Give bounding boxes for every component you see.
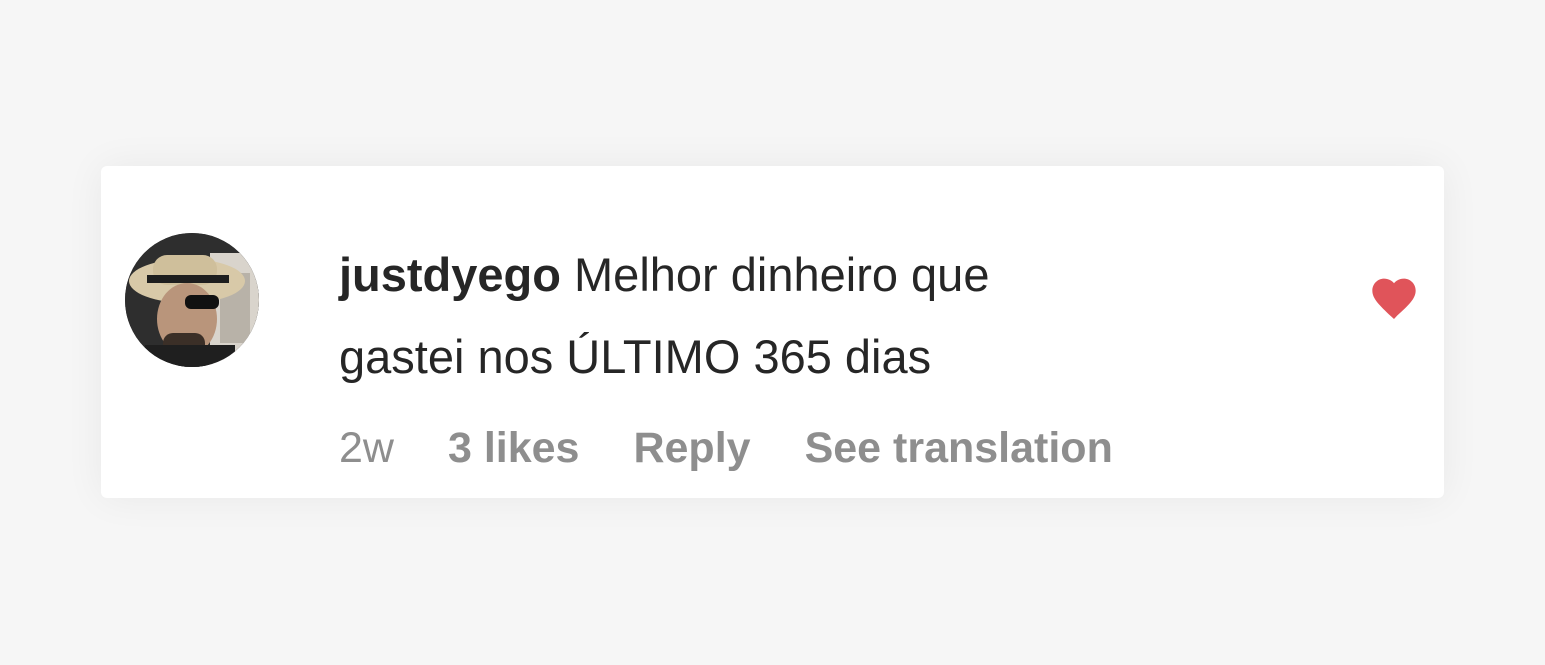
comment-username[interactable]: justdyego: [339, 248, 561, 301]
likes-count[interactable]: 3 likes: [448, 424, 580, 473]
comment-body-line2: gastei nos ÚLTIMO 365 dias: [339, 330, 932, 383]
comment-card: justdyego Melhor dinheiro que gastei nos…: [101, 166, 1444, 498]
see-translation-button[interactable]: See translation: [805, 424, 1113, 473]
avatar-image: [125, 233, 259, 367]
heart-icon-shape: [1372, 278, 1416, 319]
comment-body-line1: Melhor dinheiro que: [574, 248, 990, 301]
heart-icon[interactable]: [1368, 272, 1420, 320]
comment-meta: 2w 3 likes Reply See translation: [339, 424, 1113, 473]
comment-timestamp[interactable]: 2w: [339, 424, 394, 473]
reply-button[interactable]: Reply: [633, 424, 750, 473]
avatar[interactable]: [125, 233, 259, 367]
comment-text: justdyego Melhor dinheiro que gastei nos…: [339, 234, 1299, 398]
